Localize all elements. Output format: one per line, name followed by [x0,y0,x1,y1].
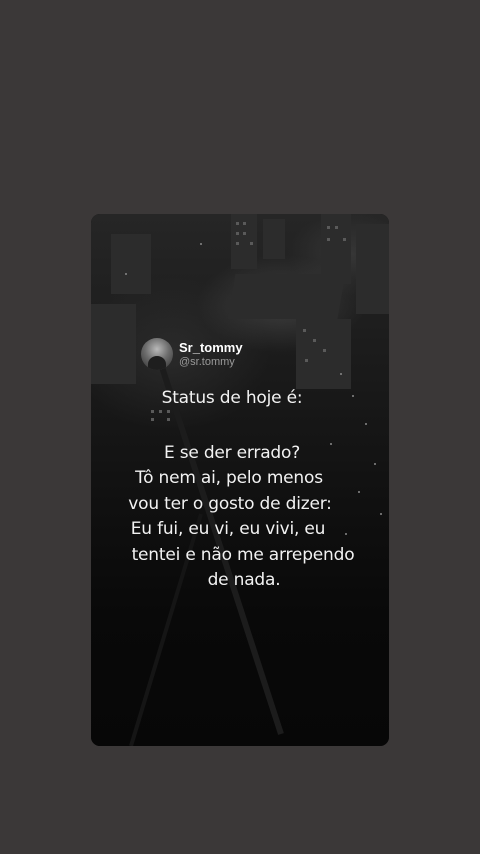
post-title: Status de hoje é: [161,388,303,408]
profile-names: Sr_tommy @sr.tommy [179,341,243,368]
username: Sr_tommy [179,339,243,355]
handle: @sr.tommy [179,355,235,368]
post-line: Tô nem ai, pelo menos [135,468,323,488]
post-line: E se der errado? [163,443,301,463]
avatar [141,338,173,370]
status-card: Sr_tommy @sr.tommy Status de hoje é: E s… [91,214,389,746]
post-line: Eu fui, eu vi, eu vivi, eu [130,519,326,539]
post-line: de nada. [207,570,281,590]
post-line: vou ter o gosto de dizer: [128,494,332,514]
post-line: tentei e não me arrependo [131,545,355,565]
profile-header: Sr_tommy @sr.tommy [141,338,243,370]
